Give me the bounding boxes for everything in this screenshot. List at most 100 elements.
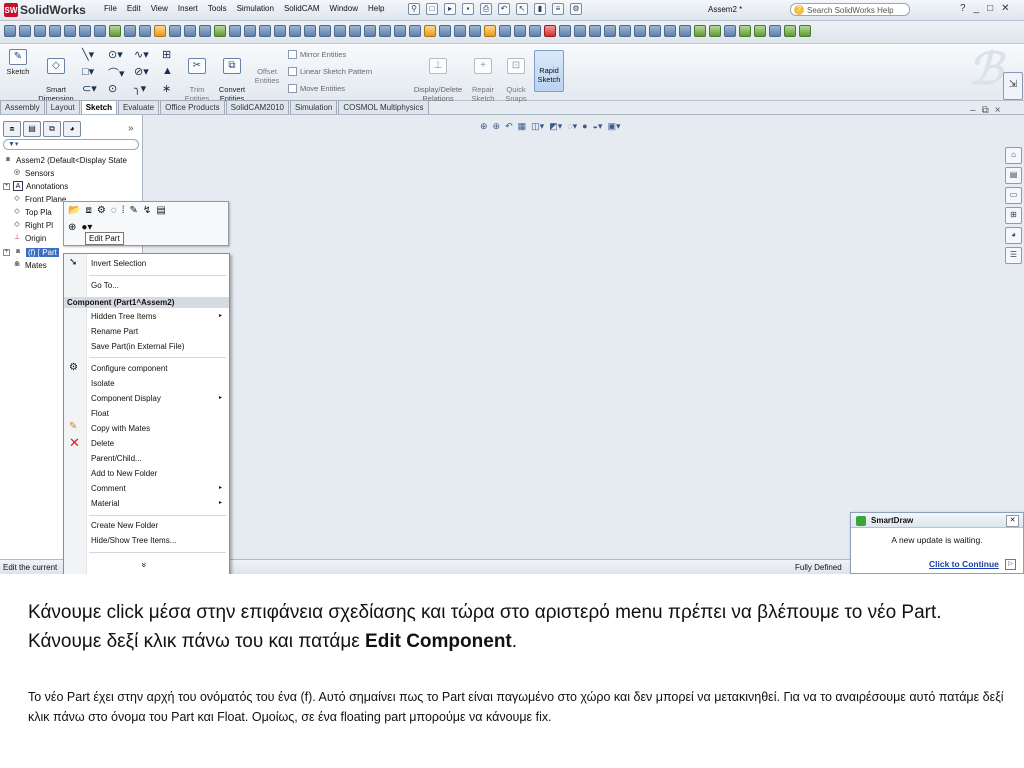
open-icon[interactable]: ▸ — [444, 3, 456, 15]
menu-item-hidden-tree-items[interactable]: Hidden Tree Items ▸ — [91, 312, 222, 321]
move-entities-button[interactable]: Move Entities — [288, 84, 345, 93]
toolbar-tool-icon[interactable] — [514, 25, 526, 37]
toolbar-tool-icon[interactable] — [109, 25, 121, 37]
previous-view-icon[interactable]: ↶ — [505, 121, 513, 132]
arc-icon[interactable]: ⌒▾ — [108, 65, 125, 81]
tree-item-assembly[interactable]: ⧈ Assem2 (Default<Display State — [3, 155, 127, 165]
component-properties-icon[interactable]: ⚙ — [97, 205, 106, 216]
toolbar-tool-icon[interactable] — [184, 25, 196, 37]
restore-graphics-icon[interactable]: ⧉ — [982, 105, 995, 116]
close-graphics-icon[interactable]: × — [995, 105, 1007, 116]
toolbar-tool-icon[interactable] — [769, 25, 781, 37]
slot-icon[interactable]: ⊂▾ — [82, 82, 97, 95]
zoom-to-fit-icon[interactable]: ⊕ — [480, 121, 488, 132]
rebuild-icon[interactable]: ▮ — [534, 3, 546, 15]
custom-properties-icon[interactable]: ☰ — [1005, 247, 1022, 264]
menu-help[interactable]: Help — [368, 4, 384, 13]
arrow-right-icon[interactable]: ▷ — [1005, 559, 1016, 570]
file-explorer-icon[interactable]: ▭ — [1005, 187, 1022, 204]
toolbar-tool-icon[interactable] — [349, 25, 361, 37]
toolbar-tool-icon[interactable] — [259, 25, 271, 37]
menu-item-create-new-folder[interactable]: Create New Folder — [91, 521, 158, 530]
design-library-icon[interactable]: ▤ — [1005, 167, 1022, 184]
panel-expand-icon[interactable]: » — [128, 123, 134, 134]
configuration-manager-tab-icon[interactable]: ⧉ — [43, 121, 61, 137]
sketch-button[interactable]: ✎ Sketch — [4, 49, 32, 76]
toolbar-tool-icon[interactable] — [49, 25, 61, 37]
toolbar-tool-icon[interactable] — [439, 25, 451, 37]
rectangle-icon[interactable]: □▾ — [82, 65, 94, 78]
expand-icon[interactable]: + — [3, 248, 10, 256]
toolbar-tool-icon[interactable] — [364, 25, 376, 37]
spline-icon[interactable]: ∿▾ — [134, 48, 149, 61]
toolbar-tool-icon[interactable] — [559, 25, 571, 37]
tree-item-origin[interactable]: ⊥ Origin — [12, 233, 46, 243]
tree-item-sensors[interactable]: ◎ Sensors — [12, 168, 54, 178]
restore-icon[interactable]: □ — [987, 3, 993, 14]
toolbar-tool-icon[interactable] — [754, 25, 766, 37]
toolbar-tool-icon[interactable] — [544, 25, 556, 37]
toolbar-tool-icon[interactable] — [589, 25, 601, 37]
expand-icon[interactable]: + — [3, 182, 10, 190]
trim-entities-button[interactable]: ✂ Trim Entities — [180, 49, 214, 103]
toolbar-tool-icon[interactable] — [619, 25, 631, 37]
menu-item-float[interactable]: Float — [91, 409, 109, 418]
toolbar-tool-icon[interactable] — [574, 25, 586, 37]
menu-simulation[interactable]: Simulation — [237, 4, 274, 13]
menu-item-rename-part[interactable]: Rename Part — [91, 327, 138, 336]
menu-item-comment[interactable]: Comment ▸ — [91, 484, 222, 493]
menu-item-save-part[interactable]: Save Part(in External File) — [91, 342, 184, 351]
centerline-icon[interactable]: ╮▾ — [134, 82, 146, 95]
menu-item-isolate[interactable]: Isolate — [91, 379, 115, 388]
smart-dimension-button[interactable]: ◇ Smart Dimension — [36, 49, 76, 103]
tree-filter-input[interactable]: ▼▾ — [3, 139, 139, 150]
offset-entities-button[interactable]: Offset Entities — [252, 58, 282, 85]
menu-item-hide-show-tree-items[interactable]: Hide/Show Tree Items... — [91, 536, 176, 545]
change-transparency-icon[interactable]: ⁞ — [122, 205, 125, 216]
tab-sketch[interactable]: Sketch — [80, 100, 117, 115]
tree-item-part[interactable]: + ⧈ (f) [ Part — [3, 247, 59, 257]
toolbar-tool-icon[interactable] — [409, 25, 421, 37]
toolbar-tool-icon[interactable] — [64, 25, 76, 37]
edit-part-icon[interactable]: ⧈ — [85, 205, 91, 216]
toolbar-tool-icon[interactable] — [34, 25, 46, 37]
property-manager-tab-icon[interactable]: ▤ — [23, 121, 41, 137]
toolbar-tool-icon[interactable] — [154, 25, 166, 37]
toolbar-tool-icon[interactable] — [799, 25, 811, 37]
toolbar-tool-icon[interactable] — [244, 25, 256, 37]
toolbar-tool-icon[interactable] — [424, 25, 436, 37]
menu-solidcam[interactable]: SolidCAM — [284, 4, 320, 13]
app-logo[interactable]: SW SolidWorks — [4, 2, 86, 18]
click-to-continue-link[interactable]: Click to Continue — [929, 559, 999, 569]
apply-scene-icon[interactable]: ◒▾ — [593, 121, 603, 132]
menu-item-component-display[interactable]: Component Display ▸ — [91, 394, 222, 403]
tab-simulation[interactable]: Simulation — [290, 100, 338, 115]
expand-menu-icon[interactable]: » — [140, 562, 150, 567]
mirror-entities-button[interactable]: Mirror Entities — [288, 50, 346, 59]
select-icon[interactable]: ↖ — [516, 3, 528, 15]
tree-item-mates[interactable]: ⋒ Mates — [12, 260, 47, 270]
menu-tools[interactable]: Tools — [208, 4, 227, 13]
toolbar-tool-icon[interactable] — [94, 25, 106, 37]
display-manager-tab-icon[interactable]: ◕ — [63, 121, 81, 137]
menu-view[interactable]: View — [151, 4, 168, 13]
tree-item-annotations[interactable]: + A Annotations — [3, 181, 68, 191]
toolbar-tool-icon[interactable] — [124, 25, 136, 37]
quick-snaps-button[interactable]: ⊡ Quick Snaps — [502, 49, 530, 103]
close-icon[interactable]: ✕ — [1001, 3, 1009, 14]
feature-manager-tab-icon[interactable]: ⧈ — [3, 121, 21, 137]
view-palette-icon[interactable]: ⊞ — [1005, 207, 1022, 224]
toolbar-tool-icon[interactable] — [139, 25, 151, 37]
smart-mates-icon[interactable]: ✎ — [130, 205, 138, 216]
minimize-graphics-icon[interactable]: – — [970, 105, 982, 116]
toolbar-tool-icon[interactable] — [634, 25, 646, 37]
menu-file[interactable]: File — [104, 4, 117, 13]
section-view-icon[interactable]: ▦ — [518, 121, 527, 132]
menu-item-add-to-new-folder[interactable]: Add to New Folder — [91, 469, 157, 478]
zoom-to-area-icon[interactable]: ⊕ — [493, 121, 501, 132]
toolbar-tool-icon[interactable] — [169, 25, 181, 37]
minimize-icon[interactable]: _ — [974, 3, 980, 14]
toolbar-tool-icon[interactable] — [319, 25, 331, 37]
properties-icon[interactable]: ▤ — [156, 205, 165, 216]
toolbar-tool-icon[interactable] — [379, 25, 391, 37]
